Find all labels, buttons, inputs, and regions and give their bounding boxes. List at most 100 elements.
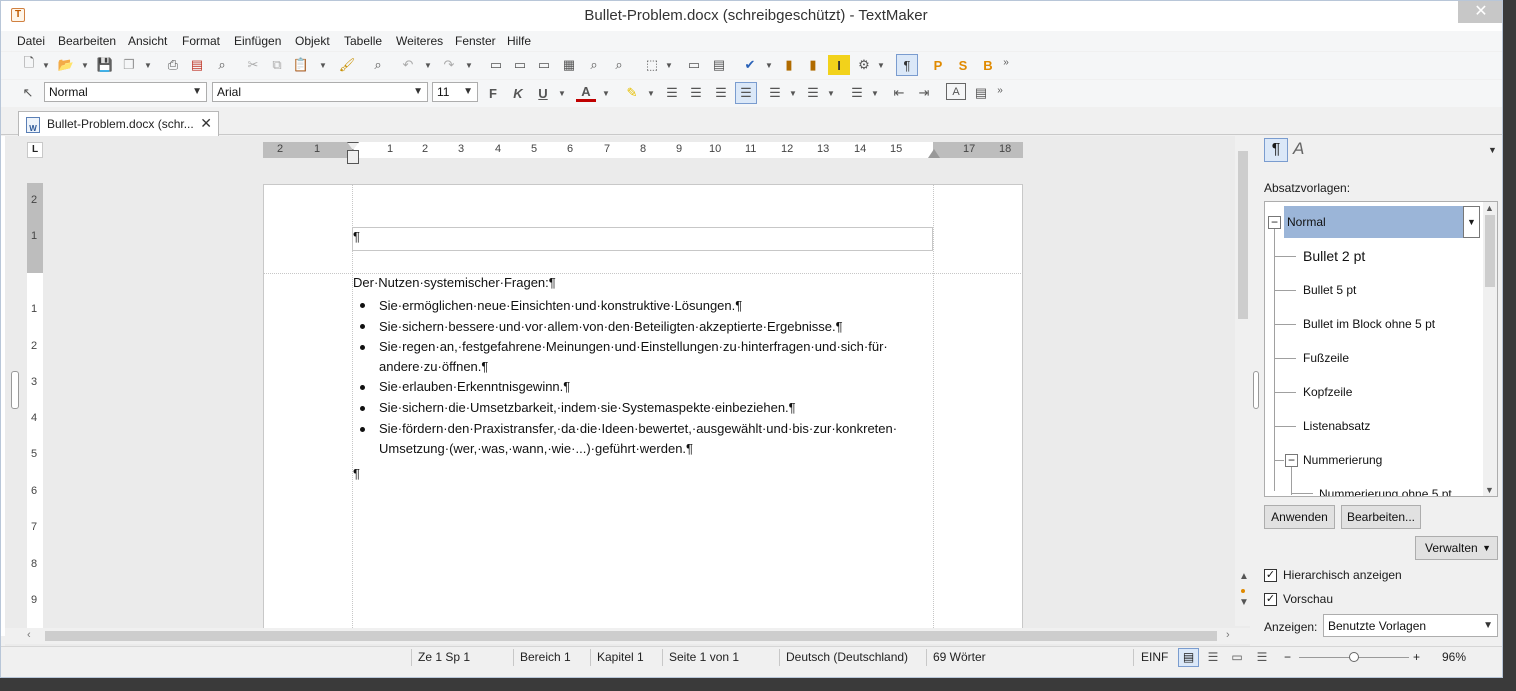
table-icon[interactable]: ▦ (559, 55, 579, 75)
document-tab[interactable]: W Bullet-Problem.docx (schr... ✕ (18, 111, 219, 136)
search-icon[interactable]: ⌕ (368, 55, 388, 75)
header-icon[interactable]: ▭ (510, 55, 530, 75)
style-list-scroll-thumb[interactable] (1485, 215, 1495, 287)
left-indent-marker[interactable] (347, 150, 359, 164)
chevron-down-icon[interactable]: ▼ (1463, 206, 1480, 238)
dictionary-icon[interactable]: ▮ (803, 55, 823, 75)
style-item-selected[interactable]: Normal ▼ (1284, 206, 1480, 238)
pointer-icon[interactable]: ↖ (19, 83, 37, 103)
window-close-button[interactable]: ✕ (1458, 1, 1502, 23)
menu-bearbeiten[interactable]: Bearbeiten (58, 34, 116, 48)
paragraph-styles-tab-icon[interactable]: ¶ (1264, 138, 1288, 162)
scroll-up-icon[interactable]: ▲ (1485, 203, 1494, 213)
menu-weiteres[interactable]: Weiteres (396, 34, 443, 48)
style-item[interactable]: Listenabsatz (1303, 419, 1370, 433)
zoom-slider-thumb[interactable] (1349, 652, 1359, 662)
continuous-view-icon[interactable]: ☰ (1203, 649, 1223, 667)
new-document-icon[interactable]: 🗋 (19, 55, 39, 75)
save-icon[interactable]: 💾 (95, 55, 115, 75)
header-frame[interactable] (352, 227, 933, 251)
manage-styles-button[interactable]: Verwalten ▼ (1415, 536, 1498, 560)
numbered-list-icon[interactable]: ☰ (803, 83, 823, 103)
scroll-down-icon[interactable]: ▼ (1239, 597, 1249, 608)
style-item[interactable]: Bullet 2 pt (1303, 248, 1365, 264)
collapse-node-icon[interactable]: − (1268, 216, 1281, 229)
font-size-select[interactable]: 11 ▼ (432, 82, 478, 102)
frame-icon[interactable]: ⬚ (641, 55, 663, 75)
open-folder-icon[interactable]: 📂 (55, 55, 77, 75)
align-justify-icon[interactable]: ☰ (735, 82, 757, 104)
italic-button[interactable]: K (509, 83, 527, 103)
menu-hilfe[interactable]: Hilfe (507, 34, 531, 48)
undo-icon[interactable]: ↶ (398, 55, 418, 75)
tab-stop-selector[interactable]: L (27, 142, 43, 158)
highlight-icon[interactable]: ✎ (621, 83, 643, 103)
copy-icon[interactable]: ⧉ (267, 55, 287, 75)
basicmaker-icon[interactable]: B (979, 55, 997, 75)
scroll-left-icon[interactable]: ‹ (27, 629, 31, 641)
chevron-down-icon[interactable]: ▼ (81, 61, 89, 70)
normal-view-icon[interactable]: ▤ (1178, 648, 1199, 667)
style-item[interactable]: Bullet im Block ohne 5 pt (1303, 317, 1435, 331)
save-all-icon[interactable]: ❐ (119, 55, 139, 75)
object-icon[interactable]: ⚙ (853, 55, 875, 75)
overflow-chevron-icon[interactable]: » (1000, 52, 1012, 72)
browse-object-icon[interactable] (1241, 589, 1245, 593)
chevron-down-icon[interactable]: ▼ (42, 61, 50, 70)
menu-ansicht[interactable]: Ansicht (128, 34, 167, 48)
menu-tabelle[interactable]: Tabelle (344, 34, 382, 48)
chevron-down-icon[interactable]: ▼ (877, 61, 885, 70)
thesaurus-icon[interactable]: ▮ (779, 55, 799, 75)
edit-style-button[interactable]: Bearbeiten... (1341, 505, 1421, 529)
spellcheck-icon[interactable]: ✔ (739, 55, 761, 75)
style-item[interactable]: Nummerierung (1303, 453, 1382, 467)
apply-style-button[interactable]: Anwenden (1264, 505, 1335, 529)
textbox-icon[interactable]: ▭ (684, 55, 704, 75)
bold-button[interactable]: F (484, 83, 502, 103)
scroll-up-icon[interactable]: ▲ (1239, 571, 1249, 582)
chevron-down-icon[interactable]: ▼ (602, 89, 610, 98)
character-format-icon[interactable]: A (946, 83, 966, 100)
redo-icon[interactable]: ↷ (439, 55, 459, 75)
chevron-down-icon[interactable]: ▼ (465, 61, 473, 70)
page-view-icon[interactable]: ▭ (1227, 649, 1247, 667)
footer-icon[interactable]: ▭ (534, 55, 554, 75)
hierarchical-checkbox[interactable]: ✓ (1264, 569, 1277, 582)
paste-icon[interactable]: 📋 (291, 55, 311, 75)
paragraph-style-select[interactable]: Normal ▼ (44, 82, 207, 102)
pdf-export-icon[interactable]: ▤ (187, 55, 207, 75)
align-right-icon[interactable]: ☰ (712, 83, 730, 103)
marker-icon[interactable]: I (828, 55, 850, 75)
font-color-button[interactable]: A (576, 83, 596, 102)
increase-indent-icon[interactable]: ⇥ (914, 83, 934, 103)
print-icon[interactable]: ⎙ (163, 55, 183, 75)
chevron-down-icon[interactable]: ▼ (319, 61, 327, 70)
font-select[interactable]: Arial ▼ (212, 82, 428, 102)
presentations-icon[interactable]: P (929, 55, 947, 75)
planmaker-icon[interactable]: S (954, 55, 972, 75)
menu-objekt[interactable]: Objekt (295, 34, 330, 48)
character-styles-tab-icon[interactable]: A (1293, 139, 1304, 159)
chevron-down-icon[interactable]: ▼ (424, 61, 432, 70)
chevron-down-icon[interactable]: ▼ (765, 61, 773, 70)
left-panel-toggle[interactable] (11, 371, 19, 409)
menu-format[interactable]: Format (182, 34, 220, 48)
paragraph-format-icon[interactable]: ▤ (971, 83, 991, 103)
chevron-down-icon[interactable]: ▼ (144, 61, 152, 70)
page-layout-icon[interactable]: ▤ (709, 55, 729, 75)
vertical-scroll-thumb[interactable] (1238, 151, 1248, 319)
decrease-indent-icon[interactable]: ⇤ (889, 83, 909, 103)
zoom-out-button[interactable]: − (1284, 650, 1291, 664)
zoom-percent[interactable]: 96% (1442, 650, 1466, 664)
zoom-icon[interactable]: ⌕ (584, 55, 604, 75)
collapse-node-icon[interactable]: − (1285, 454, 1298, 467)
horizontal-scroll-thumb[interactable] (45, 631, 1217, 641)
preview-checkbox[interactable]: ✓ (1264, 593, 1277, 606)
menu-fenster[interactable]: Fenster (455, 34, 496, 48)
chevron-down-icon[interactable]: ▼ (558, 89, 566, 98)
overflow-chevron-icon[interactable]: » (994, 80, 1006, 100)
outline-list-icon[interactable]: ☰ (847, 83, 867, 103)
chevron-down-icon[interactable]: ▼ (871, 89, 879, 98)
sidebar-menu-chevron-icon[interactable]: ▼ (1488, 145, 1497, 155)
print-preview-icon[interactable]: ⌕ (211, 55, 233, 75)
